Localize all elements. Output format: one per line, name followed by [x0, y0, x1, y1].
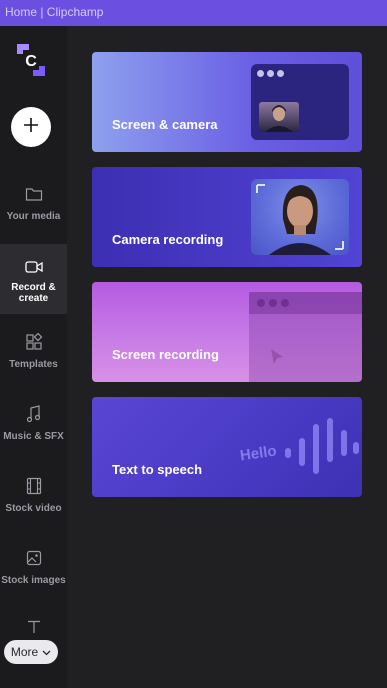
- chevron-down-icon: [42, 645, 51, 659]
- film-icon: [26, 477, 42, 495]
- create-new-button[interactable]: [11, 107, 51, 147]
- camera-icon: [24, 258, 43, 276]
- sidebar-item-music-sfx[interactable]: Music & SFX: [0, 391, 67, 461]
- cursor-icon: [269, 348, 285, 371]
- sidebar-item-label: Record & create: [11, 282, 56, 304]
- browser-window-illustration: [251, 64, 349, 140]
- sidebar-item-label: Music & SFX: [3, 431, 64, 442]
- window-titlebar: Home | Clipchamp: [0, 0, 387, 26]
- sidebar: C Your media Record & create Templates M…: [0, 26, 67, 688]
- presenter-photo-image: [251, 179, 349, 255]
- sidebar-item-your-media[interactable]: Your media: [0, 171, 67, 241]
- sidebar-item-text[interactable]: [0, 606, 67, 640]
- sidebar-item-label: Your media: [6, 211, 61, 222]
- sidebar-item-templates[interactable]: Templates: [0, 319, 67, 389]
- card-label: Screen & camera: [112, 117, 218, 132]
- music-note-icon: [26, 405, 42, 423]
- sidebar-item-record-create[interactable]: Record & create: [0, 244, 67, 314]
- more-button[interactable]: More: [4, 640, 58, 664]
- text-to-speech-card[interactable]: Hello Text to speech: [92, 397, 362, 497]
- screen-recording-card[interactable]: Screen recording: [92, 282, 362, 382]
- text-icon: [27, 620, 41, 634]
- screen-window-illustration: [249, 292, 362, 382]
- main-content: Screen & camera Camera recording Screen …: [67, 26, 387, 688]
- sidebar-item-label: Stock video: [5, 503, 62, 514]
- templates-icon: [25, 333, 43, 351]
- window-title: Home | Clipchamp: [5, 5, 104, 19]
- clipchamp-logo[interactable]: C: [13, 42, 49, 78]
- sidebar-item-stock-images[interactable]: Stock images: [0, 535, 67, 605]
- sidebar-item-stock-video[interactable]: Stock video: [0, 463, 67, 533]
- plus-icon: [22, 116, 40, 139]
- more-label: More: [10, 645, 39, 659]
- card-label: Screen recording: [112, 347, 219, 362]
- sound-wave-icon: [280, 415, 360, 475]
- svg-text:C: C: [25, 53, 37, 70]
- folder-icon: [25, 185, 43, 203]
- camera-recording-card[interactable]: Camera recording: [92, 167, 362, 267]
- hello-decoration-text: Hello: [238, 442, 278, 465]
- sidebar-item-label: Templates: [9, 359, 58, 370]
- screen-and-camera-card[interactable]: Screen & camera: [92, 52, 362, 152]
- sidebar-item-label: Stock images: [1, 575, 66, 586]
- image-icon: [26, 549, 42, 567]
- presenter-thumbnail-image: [259, 102, 299, 132]
- card-label: Camera recording: [112, 232, 224, 247]
- card-label: Text to speech: [112, 462, 203, 477]
